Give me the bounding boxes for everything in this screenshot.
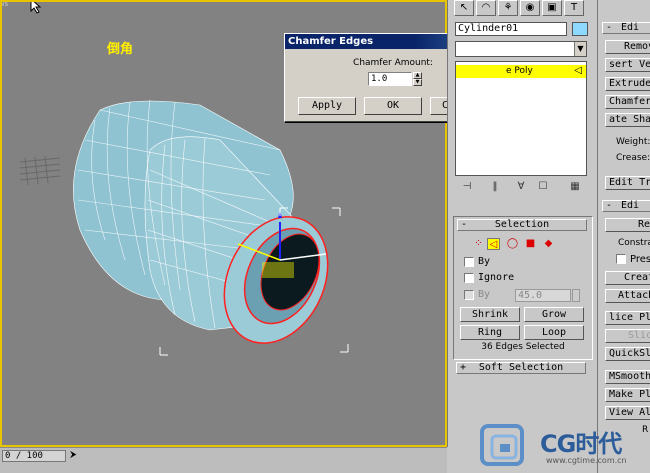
grow-button[interactable]: Grow (524, 307, 584, 322)
ignore-backfacing-label: Ignore (478, 272, 515, 283)
edit-edges-panel: - Edi Remove sert Ve Extrude Chamfer ate… (597, 0, 650, 473)
make-unique-icon[interactable]: ∀ (513, 180, 529, 194)
quickslice-button[interactable]: QuickSli (605, 347, 650, 361)
cgtime-watermark: CG时代 www.cgtime.com.cn (478, 418, 650, 473)
slice-plane-button[interactable]: lice Pl (605, 311, 650, 325)
modify-panel: ↖ ◠ ⚘ ◉ ▣ T Cylinder01 ▼ e Poly ◁ ⊣ ‖ ∀ … (447, 0, 597, 447)
vertex-subobject-icon[interactable]: ⁘ (472, 238, 485, 250)
object-name-field[interactable]: Cylinder01 (455, 22, 567, 36)
create-tab-icon[interactable]: ↖ (454, 0, 474, 16)
slice-button[interactable]: Slice (605, 329, 650, 343)
preserve-uvs-checkbox[interactable] (616, 254, 626, 264)
stack-item-label: e Poly (506, 66, 533, 76)
object-color-swatch[interactable] (572, 22, 588, 36)
modifier-list-dropdown[interactable]: ▼ (455, 41, 587, 57)
loop-button[interactable]: Loop (524, 325, 584, 340)
angle-spinner[interactable] (572, 289, 580, 302)
msmooth-button[interactable]: MSmooth (605, 370, 650, 384)
spinner-up-icon[interactable]: ▲ (413, 72, 422, 79)
spinner-down-icon[interactable]: ▼ (413, 79, 422, 86)
crease-label: Crease: (616, 153, 650, 163)
selection-rollout-header[interactable]: - Selection (457, 219, 587, 231)
stack-toolbar: ⊣ ‖ ∀ ☐ ▦ (455, 180, 587, 196)
cgtime-logo-icon (480, 424, 524, 466)
frame-counter[interactable]: 0 / 100 (2, 450, 66, 462)
constraints-label: Constrai (618, 238, 650, 248)
logo-url: www.cgtime.com.cn (546, 456, 627, 465)
repeat-last-button[interactable]: Rep (605, 218, 650, 232)
edit-edges-title: Edi (621, 22, 640, 33)
edit-triangulation-button[interactable]: Edit Tri (605, 176, 650, 190)
time-slider-bar[interactable]: 0 / 100 ⮞ (0, 447, 447, 473)
next-frame-icon[interactable]: ⮞ (70, 450, 77, 460)
apply-button[interactable]: Apply (298, 97, 356, 115)
soft-selection-rollout-header[interactable]: + Soft Selection (456, 362, 586, 374)
attach-button[interactable]: Attach (605, 289, 650, 303)
selection-rollout: - Selection ⁘ ◁ ◯ ■ ◆ By Ignore By 45.0 … (453, 216, 593, 360)
border-subobject-icon[interactable]: ◯ (506, 238, 519, 250)
remove-button[interactable]: Remove (605, 40, 650, 54)
hierarchy-tab-icon[interactable]: ⚘ (498, 0, 518, 16)
configure-sets-icon[interactable]: ▦ (567, 180, 583, 194)
insert-vertex-button[interactable]: sert Ve (605, 58, 650, 72)
remove-modifier-icon[interactable]: ☐ (535, 180, 551, 194)
motion-tab-icon[interactable]: ◉ (520, 0, 540, 16)
element-subobject-icon[interactable]: ◆ (542, 238, 555, 250)
weight-label: Weight: (616, 137, 650, 147)
create-shape-button[interactable]: ate Shap (605, 113, 650, 127)
pin-stack-icon[interactable]: ⊣ (459, 180, 475, 194)
stack-item-edit-poly[interactable]: e Poly ◁ (456, 65, 586, 78)
modifier-stack-list[interactable]: e Poly ◁ (455, 61, 587, 176)
polygon-subobject-icon[interactable]: ■ (524, 238, 537, 250)
shrink-button[interactable]: Shrink (460, 307, 520, 322)
collapse-icon: - (606, 200, 613, 211)
chamfer-button[interactable]: Chamfer (605, 95, 650, 109)
edit-geometry-rollout-header[interactable]: - Edi (602, 200, 650, 212)
show-end-result-icon[interactable]: ‖ (487, 180, 503, 194)
ok-button[interactable]: OK (364, 97, 422, 115)
angle-input[interactable]: 45.0 (515, 289, 571, 302)
by-vertex-label: By (478, 256, 491, 267)
utilities-tab-icon[interactable]: T (564, 0, 584, 16)
selection-status: 36 Edges Selected (481, 342, 565, 352)
by-angle-label: By (478, 289, 491, 300)
create-button[interactable]: Create (605, 271, 650, 285)
extrude-button[interactable]: Extrude (605, 77, 650, 91)
viewport-title-label: 倒角 (107, 42, 134, 57)
modify-tab-icon[interactable]: ◠ (476, 0, 496, 16)
mouse-cursor-icon (30, 0, 42, 14)
chamfer-amount-spinner[interactable]: ▲ ▼ (413, 72, 422, 86)
chevron-down-icon[interactable]: ▼ (574, 42, 586, 56)
edge-subobject-icon[interactable]: ◁ (487, 238, 500, 250)
edge-subobject-icon: ◁ (574, 65, 582, 76)
ring-button[interactable]: Ring (460, 325, 520, 340)
collapse-icon: - (606, 22, 613, 33)
by-vertex-checkbox[interactable] (464, 257, 474, 267)
edit-geometry-title: Edi (621, 200, 640, 211)
logo-text: CG时代 (540, 430, 622, 458)
make-planar-button[interactable]: Make Pla (605, 388, 650, 402)
preserve-uvs-label: Pres (630, 254, 650, 265)
dialog-title: Chamfer Edges (288, 36, 374, 47)
expand-icon: + (460, 362, 467, 373)
ignore-backfacing-checkbox[interactable] (464, 273, 474, 283)
by-angle-checkbox[interactable] (464, 290, 474, 300)
display-tab-icon[interactable]: ▣ (542, 0, 562, 16)
edit-edges-rollout-header[interactable]: - Edi (602, 22, 650, 34)
selection-rollout-title: Selection (494, 219, 550, 230)
collapse-icon: - (461, 219, 468, 230)
chamfer-amount-input[interactable]: 1.0 (368, 72, 412, 86)
soft-selection-title: Soft Selection (478, 362, 564, 373)
